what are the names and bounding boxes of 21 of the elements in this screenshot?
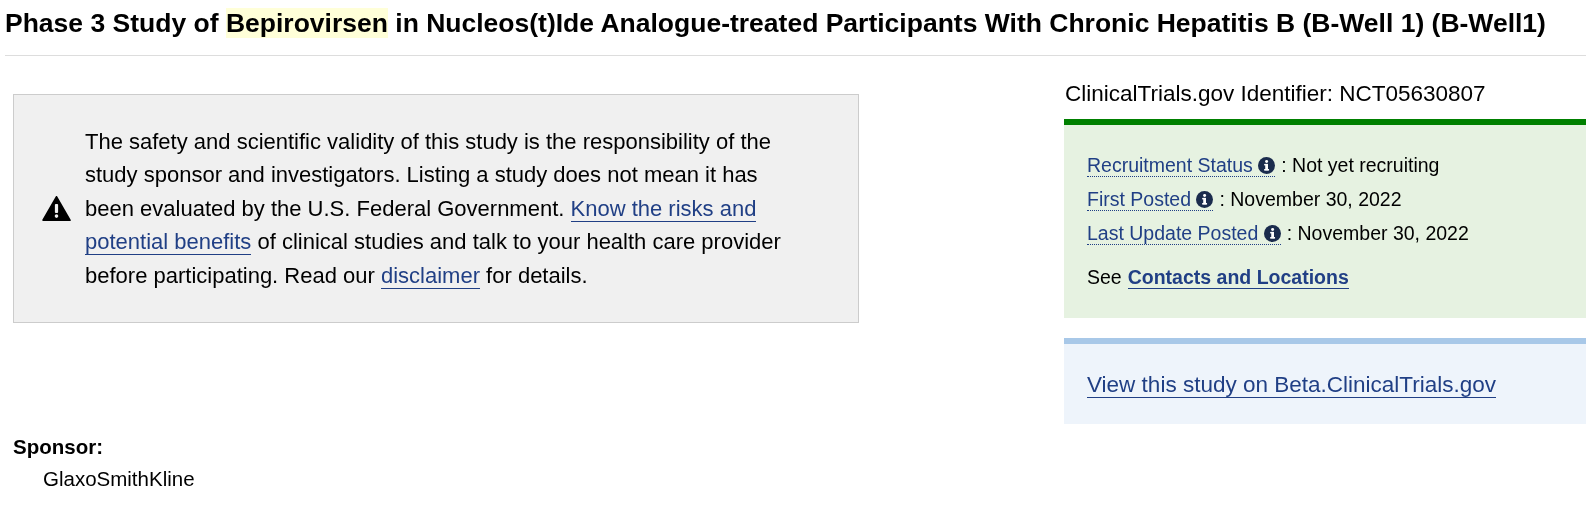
field-value: : November 30, 2022 [1286,222,1469,244]
warning-icon [42,196,71,221]
see-label: See [1087,266,1122,288]
disclaimer-paragraph: The safety and scientific validity of this study is the responsibility of the study sponsor and investigators. Listing a study does not mean it has been evaluated by the U.S. Federal Government. Know the risks and potential benefits of clinical studies and talk to your health care provider before participating. Read our disclaimer for details. [85,128,782,291]
field-label[interactable]: Last Update Posted [1087,222,1281,245]
field-value: : Not yet recruiting [1281,154,1440,176]
link[interactable]: potential benefits [85,229,252,256]
study-identifier: ClinicalTrials.gov Identifier: NCT05630807 [1064,81,1487,108]
contacts-link[interactable]: Contacts and Locations [1127,266,1349,289]
field-value: : November 30, 2022 [1219,188,1402,210]
link[interactable]: Know the risks and [570,195,757,222]
info-icon [1196,191,1214,208]
page-title: Phase 3 Study of Bepirovirsen in Nucleos(t)Ide Analogue-treated Participants With Chronic Hepatitis B (B-Well 1) (B-Well1) [4,7,1547,37]
sponsor-name: GlaxoSmithKline [43,467,196,492]
info-icon [1263,225,1281,242]
field-label[interactable]: First Posted [1087,188,1214,211]
field-label[interactable]: Recruitment Status [1087,154,1276,177]
beta-link[interactable]: View this study on Beta.ClinicalTrials.gov [1087,372,1496,398]
sponsor-heading: Sponsor: [13,435,104,460]
link[interactable]: disclaimer [380,262,480,289]
info-icon [1258,157,1276,174]
